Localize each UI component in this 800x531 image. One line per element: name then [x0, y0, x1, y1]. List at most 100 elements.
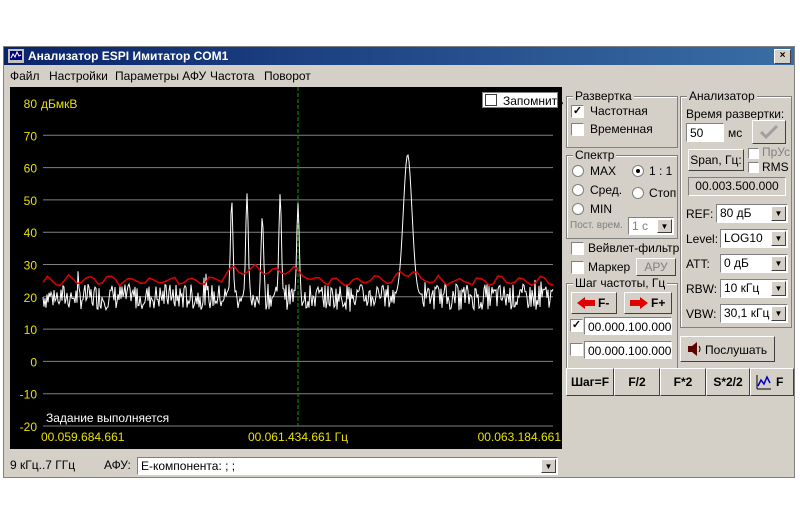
menu-afu-params[interactable]: Параметры АФУ [115, 69, 206, 83]
freq-minus-button[interactable]: F- [571, 292, 617, 314]
memorize-label: Запомнить [503, 94, 564, 108]
y-tick-label: 40 [24, 226, 38, 240]
y-tick-label: 10 [24, 323, 38, 337]
freq-range: 9 кГц..7 ГГц [10, 458, 76, 472]
plot-status-text: Задание выполняется [46, 411, 169, 425]
y-tick-label: 60 [24, 162, 38, 176]
status-bar: 9 кГц..7 ГГц АФУ: E-компонента: ; ; ▼ [4, 453, 794, 477]
spectrum-stop-radio[interactable] [632, 187, 644, 199]
level-value: LOG10 [724, 231, 763, 245]
apply-button[interactable] [752, 120, 786, 144]
wavelet-checkbox[interactable] [571, 242, 584, 255]
spectrum-ratio-radio[interactable] [632, 165, 644, 177]
chevron-down-icon: ▼ [771, 256, 786, 271]
att-select[interactable]: 0 дБ ▼ [720, 254, 788, 273]
level-label: Level: [686, 232, 719, 246]
y-tick-label: 0 [30, 355, 37, 369]
spectrum-chart[interactable]: 80 70 60 50 40 30 20 10 0 -10 -20 дБмкВ Задание выпо… [10, 87, 562, 449]
chevron-down-icon: ▼ [657, 219, 672, 233]
rbw-value: 10 кГц [724, 281, 760, 295]
spectrum-f-button[interactable]: F [750, 368, 794, 396]
x-tick-label: 00.061.434.661 Гц [248, 430, 348, 444]
step1-value: 00.000.100.000 [588, 320, 672, 334]
y-tick-label: 30 [24, 259, 38, 273]
ref-select[interactable]: 80 дБ ▼ [716, 204, 788, 223]
afu-select[interactable]: E-компонента: ; ; ▼ [137, 457, 558, 475]
x-tick-label: 00.063.184.661 [478, 430, 562, 444]
pru-checkbox[interactable] [748, 148, 759, 159]
spectrum-avg-label: Сред. [590, 183, 623, 197]
rms-label: RMS [762, 160, 789, 174]
step1-checkbox[interactable]: ✓ [570, 319, 583, 332]
span-button[interactable]: Span, Гц: [688, 149, 744, 171]
spectrum-max-label: MAX [590, 164, 617, 178]
y-tick-label: -20 [20, 420, 38, 434]
sweep-freq-checkbox[interactable]: ✓ [571, 105, 584, 118]
marker-checkbox[interactable] [571, 261, 584, 274]
close-button[interactable]: × [774, 49, 791, 64]
sweep-time-input[interactable]: 50 [686, 123, 724, 142]
listen-button[interactable]: Послушать [680, 336, 775, 362]
listen-label: Послушать [705, 343, 768, 357]
menu-bar: Файл Настройки Параметры АФУ Частота Пов… [4, 66, 794, 84]
y-tick-label: 70 [24, 129, 38, 143]
x-tick-label: 00.059.684.661 [41, 430, 125, 444]
rms-checkbox[interactable] [748, 162, 759, 173]
analyzer-title: Анализатор [687, 89, 757, 103]
spectrum-ratio-label: 1 : 1 [649, 164, 673, 178]
agc-button[interactable]: АРУ [636, 258, 676, 276]
ms-label: мс [728, 126, 743, 140]
spectrum-f-label: F [776, 375, 784, 389]
ref-value: 80 дБ [720, 206, 752, 220]
span-value: 00.003.500.000 [688, 177, 786, 196]
att-value: 0 дБ [724, 256, 749, 270]
time-const-select[interactable]: 1 с ▼ [628, 217, 674, 235]
wavelet-label: Вейвлет-фильтр [588, 241, 680, 255]
vbw-select[interactable]: 30,1 кГц ▼ [720, 304, 788, 323]
rbw-select[interactable]: 10 кГц ▼ [720, 279, 788, 298]
time-const-value: 1 с [632, 219, 649, 233]
menu-settings[interactable]: Настройки [49, 69, 108, 83]
freq-plus-button[interactable]: F+ [624, 292, 672, 314]
spectrum-avg-radio[interactable] [572, 184, 584, 196]
sweep-time-checkbox[interactable] [571, 123, 584, 136]
chart-icon [756, 375, 771, 390]
chevron-down-icon: ▼ [771, 206, 786, 221]
step2-checkbox[interactable] [570, 343, 583, 356]
analyzer-window: Анализатор ESPI Имитатор COM1 × Файл Нас… [3, 46, 795, 478]
level-select[interactable]: LOG10 ▼ [720, 229, 788, 248]
arrow-left-icon [577, 297, 595, 309]
sweep-time-label: Временная [590, 122, 653, 136]
menu-file[interactable]: Файл [10, 69, 40, 83]
y-tick-label: 20 [24, 291, 38, 305]
menu-rotation[interactable]: Поворот [264, 69, 311, 83]
step2-value: 00.000.100.000 [588, 344, 672, 358]
spectrum-plot[interactable]: 80 70 60 50 40 30 20 10 0 -10 -20 дБмкВ Задание выпо… [10, 87, 562, 449]
y-tick-label: -10 [20, 388, 38, 402]
rbw-label: RBW: [686, 282, 718, 296]
spectrum-stop-label: Стоп [649, 186, 677, 200]
menu-frequency[interactable]: Частота [210, 69, 254, 83]
f-double-button[interactable]: F*2 [660, 368, 706, 396]
time-const-label: Пост. врем. [570, 220, 623, 231]
spectrum-min-radio[interactable] [572, 203, 584, 215]
freq-plus-label: F+ [651, 296, 666, 310]
step-equals-f-button[interactable]: Шаг=F [566, 368, 614, 396]
afu-value: E-компонента: ; ; [141, 459, 236, 473]
spectrum-min-label: MIN [590, 202, 612, 216]
window-title: Анализатор ESPI Имитатор COM1 [28, 49, 229, 63]
span-scale-button[interactable]: S*2/2 [706, 368, 750, 396]
step1-input[interactable]: 00.000.100.000 [584, 317, 672, 335]
y-tick-label: 80 [24, 97, 38, 111]
f-half-button[interactable]: F/2 [614, 368, 660, 396]
step2-input[interactable]: 00.000.100.000 [584, 341, 672, 359]
spectrum-max-radio[interactable] [572, 165, 584, 177]
y-tick-label: 50 [24, 194, 38, 208]
chevron-down-icon: ▼ [771, 281, 786, 296]
freq-minus-label: F- [598, 296, 610, 310]
arrow-right-icon [630, 297, 648, 309]
memorize-box[interactable] [485, 94, 497, 106]
chevron-down-icon: ▼ [771, 231, 786, 246]
memorize-checkbox[interactable]: Запомнить [482, 92, 563, 108]
att-label: ATT: [686, 257, 710, 271]
